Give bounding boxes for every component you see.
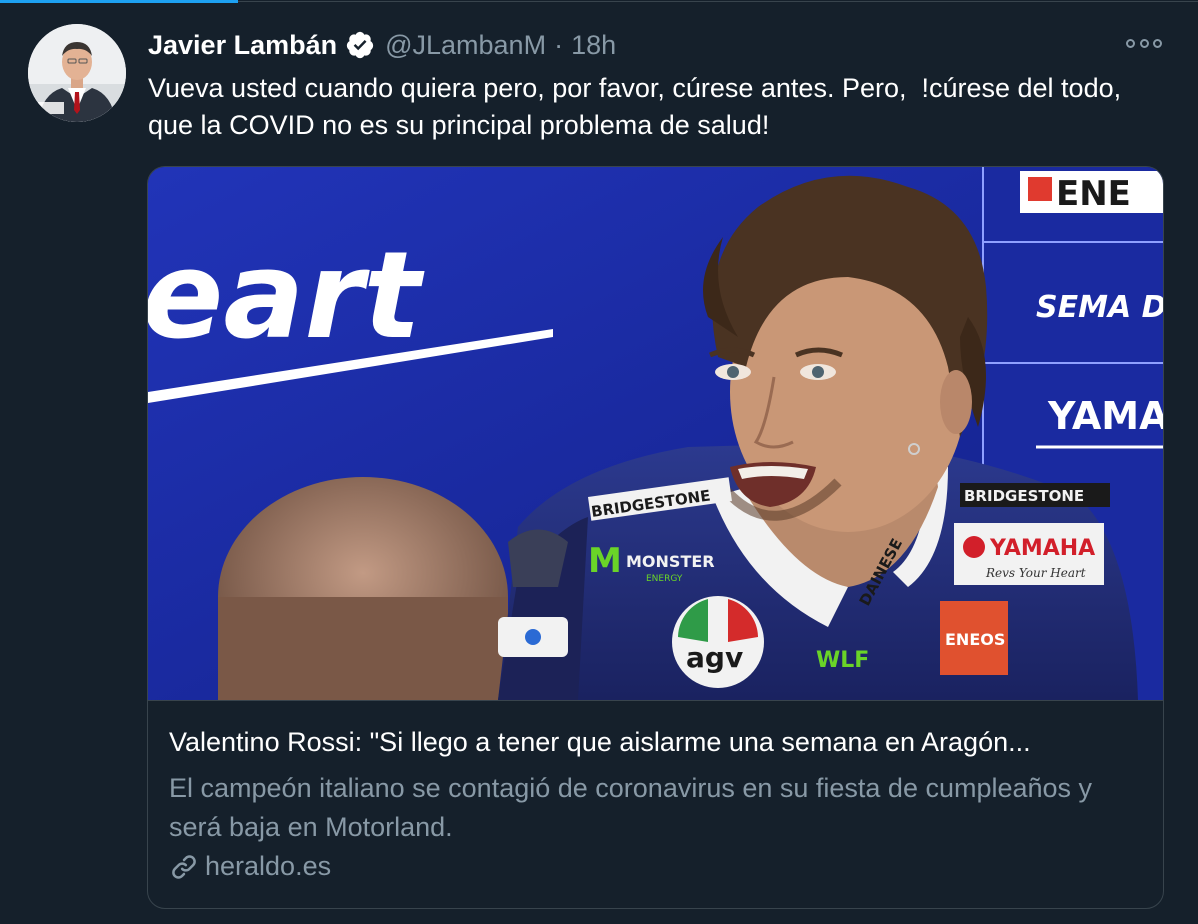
patch-text: ENERGY <box>646 574 683 584</box>
patch-text: MONSTER <box>626 552 715 571</box>
tweet-header: Javier Lambán @JLambanM · 18h <box>148 26 616 64</box>
patch-text: Revs Your Heart <box>985 566 1086 580</box>
active-tab-indicator <box>0 0 238 3</box>
link-card[interactable]: eart ENE SEMA DI DEA YAMAH <box>147 166 1164 909</box>
card-description: El campeón italiano se contagió de coron… <box>169 773 1093 842</box>
verified-badge-icon <box>346 31 374 59</box>
link-icon <box>172 854 196 879</box>
card-body[interactable]: Valentino Rossi: "Si llego a tener que a… <box>148 700 1163 908</box>
card-photo: eart ENE SEMA DI DEA YAMAH <box>148 167 1163 700</box>
patch-text: agv <box>686 641 743 674</box>
patch-text: BRIDGESTONE <box>964 487 1084 505</box>
patch-text: YAMAHA <box>989 536 1095 561</box>
top-divider <box>0 0 1198 4</box>
avatar[interactable] <box>28 24 126 122</box>
patch-text: WLF <box>816 648 869 673</box>
card-domain: heraldo.es <box>169 851 331 882</box>
more-dot <box>1126 38 1135 48</box>
card-domain-text: heraldo.es <box>205 851 332 881</box>
banner-text: eart <box>148 227 426 366</box>
sponsor-text: YAMAH <box>1047 394 1163 438</box>
tweet-timestamp[interactable]: 18h <box>571 30 616 61</box>
avatar-photo <box>28 24 126 122</box>
sponsor-text: ENE <box>1056 174 1131 214</box>
more-options-icon[interactable] <box>1126 33 1162 53</box>
author-handle[interactable]: @JLambanM <box>385 30 546 61</box>
separator-dot: · <box>554 29 564 60</box>
more-dot <box>1153 38 1162 48</box>
divider-line <box>238 1 1198 2</box>
more-dot <box>1139 38 1149 48</box>
card-image: eart ENE SEMA DI DEA YAMAH <box>148 167 1163 700</box>
tweet-text: Vueva usted cuando quiera pero, por favo… <box>148 73 1129 140</box>
patch-text: ENEOS <box>945 630 1005 649</box>
card-title: Valentino Rossi: "Si llego a tener que a… <box>169 727 1031 757</box>
svg-text:M: M <box>588 541 622 581</box>
sponsor-text: SEMA DI DEA <box>1036 290 1163 325</box>
author-name[interactable]: Javier Lambán <box>148 30 337 61</box>
